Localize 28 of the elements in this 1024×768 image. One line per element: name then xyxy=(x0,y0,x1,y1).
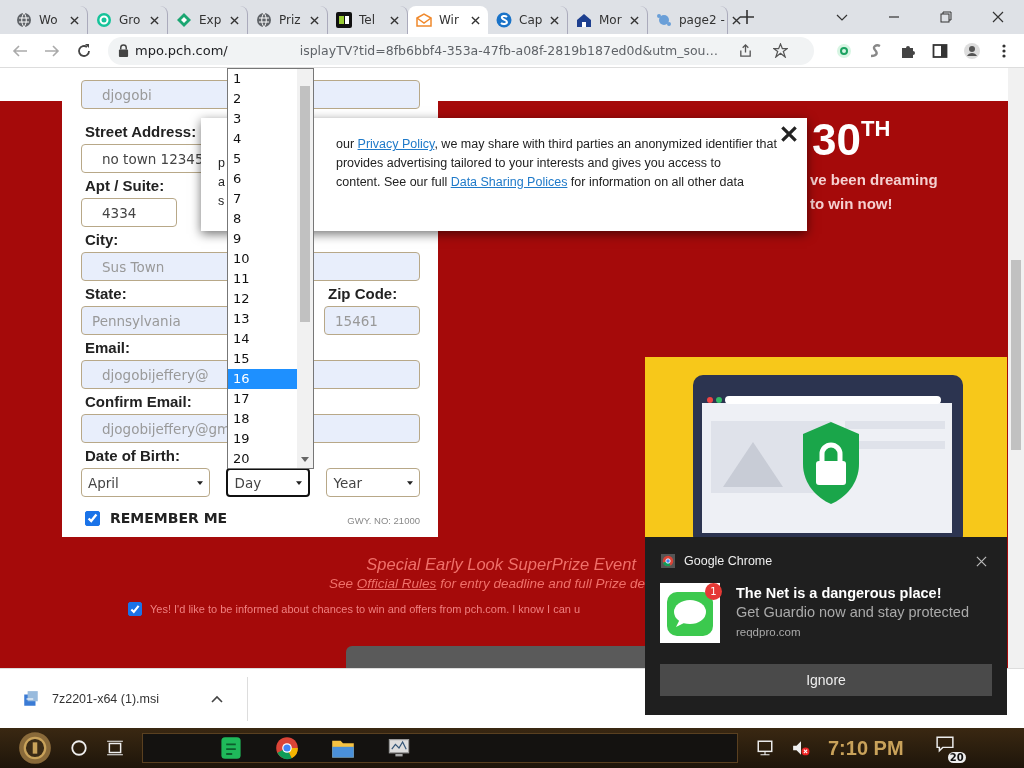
field-label: Email: xyxy=(85,338,130,358)
popup-text: provides advertising tailored to your interests and gives you access to xyxy=(336,155,722,172)
field-label: Apt / Suite: xyxy=(85,176,165,196)
field-label: City: xyxy=(85,230,119,250)
popup-text-fragment: s xyxy=(218,193,225,210)
popup-text-fragment: p xyxy=(218,155,225,172)
hero-text: to win now! xyxy=(810,194,893,214)
checkbox-label: REMEMBER ME xyxy=(110,510,228,526)
hero-number: 30 xyxy=(812,116,861,164)
notification-source: reqdpro.com xyxy=(736,626,802,638)
notification-app-name: Google Chrome xyxy=(684,554,773,568)
opt-in-text: Yes! I'd like to be informed about chances to win and offers from pch.com. I know I can u xyxy=(150,603,581,615)
hero-text: ve been dreaming xyxy=(810,170,938,190)
field-label: Confirm Email: xyxy=(85,392,192,412)
field-label: State: xyxy=(85,284,127,304)
field-label: Zip Code: xyxy=(328,284,398,304)
popup-text: content. See our full Data Sharing Polices for information on all other data xyxy=(336,174,745,191)
notification-message: Get Guardio now and stay protected xyxy=(736,604,969,620)
notification-title: The Net is a dangerous place! xyxy=(736,585,943,601)
popup-text: our Privacy Policy, we may share with third parties an anonymized identifier that xyxy=(336,136,777,153)
rules-text: See Official Rules for entry deadline and full Prize de xyxy=(329,576,645,591)
ordinal-suffix: TH xyxy=(860,116,891,141)
event-title: Special Early Look SuperPrize Event xyxy=(366,555,638,574)
giveaway-number: GWY. NO: 21000 xyxy=(347,515,420,526)
field-label: Street Address: xyxy=(85,122,197,142)
popup-text-fragment: a xyxy=(218,174,225,191)
notification-count: 20 xyxy=(947,752,966,763)
field-label: Date of Birth: xyxy=(85,446,180,466)
